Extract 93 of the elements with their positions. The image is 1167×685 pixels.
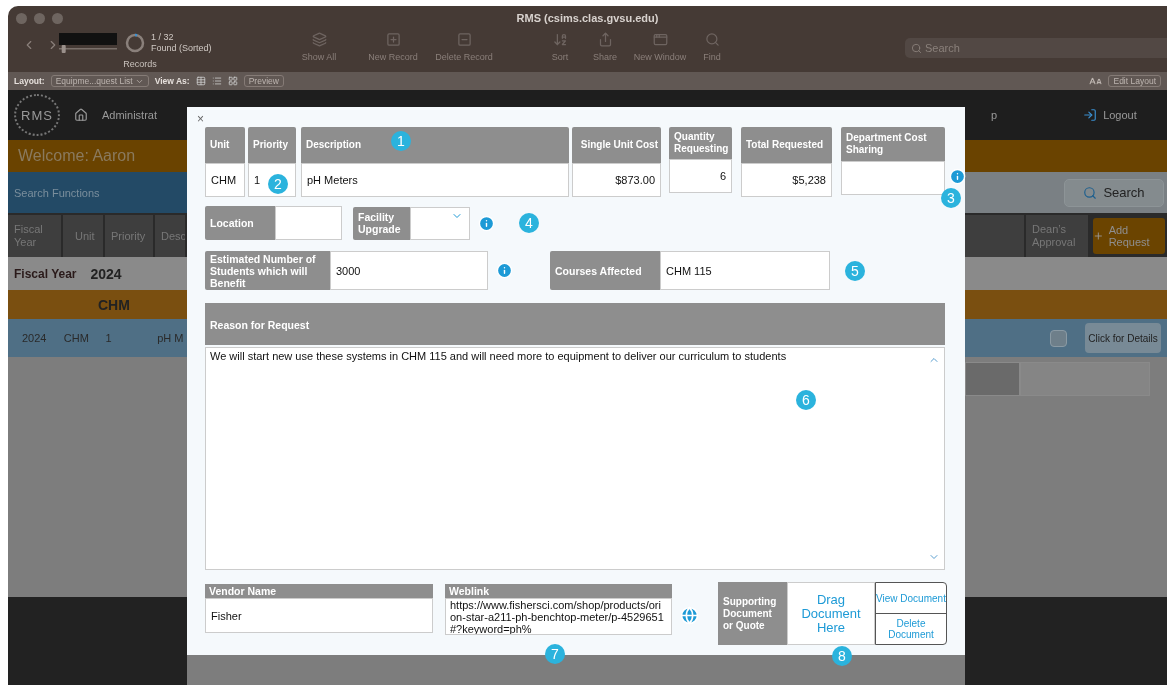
field-label: Reason for Request — [205, 303, 945, 345]
toolbar-icon — [597, 32, 613, 47]
field-label: Courses Affected — [550, 251, 660, 290]
search-button[interactable]: Search — [1064, 178, 1164, 207]
toolbar-button[interactable]: Find — [692, 32, 732, 62]
field-label: Facility Upgrade — [353, 206, 410, 240]
reason-text: We will start new use these systems in CHM 115 and will need more to equipment to deliver our curriculum to students — [210, 350, 787, 364]
toolbar-icon — [552, 32, 568, 47]
zoom-dot[interactable] — [52, 12, 63, 24]
layout-label: Layout: — [14, 76, 45, 86]
facility-dropdown[interactable] — [410, 206, 470, 240]
list-view-icon[interactable] — [211, 76, 222, 86]
layout-dropdown[interactable]: Equipme...quest List — [50, 75, 149, 87]
field-label: Supporting Document or Quote — [718, 582, 787, 645]
search-icon — [1083, 185, 1098, 200]
found-status: Found (Sorted) — [151, 43, 213, 54]
toolbar-icon — [385, 32, 401, 47]
field-value[interactable] — [841, 161, 945, 195]
add-request-button[interactable]: Add Request — [1093, 218, 1165, 254]
toolbar-button[interactable]: New Window — [628, 32, 692, 62]
column-header[interactable]: Dean’s Approval — [1026, 215, 1090, 257]
location-field[interactable] — [275, 206, 342, 240]
toolbar-icon — [652, 32, 668, 47]
field-label: Department Cost Sharing — [841, 127, 945, 161]
field-label: Estimated Number of Students which will Benefit — [205, 251, 330, 290]
step-marker: 4 — [519, 213, 539, 233]
fiscal-year-label: Fiscal Year — [14, 266, 77, 281]
close-dot[interactable] — [16, 12, 27, 24]
field-value[interactable]: $5,238 — [741, 163, 832, 197]
search-icon — [704, 32, 720, 47]
logout-icon[interactable] — [1083, 108, 1098, 122]
records-label: Records — [123, 59, 157, 69]
table-view-icon[interactable] — [227, 76, 238, 86]
home-icon[interactable] — [74, 108, 88, 122]
toolbar-icon — [456, 32, 472, 47]
close-button[interactable]: × — [197, 112, 204, 126]
field-label: Total Requested — [741, 127, 832, 163]
field-value[interactable]: $873.00 — [572, 163, 661, 197]
plus-icon — [1093, 230, 1104, 242]
toolbar-icon — [311, 32, 327, 47]
field-value[interactable]: pH Meters — [301, 163, 569, 197]
document-drop-zone[interactable]: Drag Document Here — [787, 582, 875, 645]
field-label: Priority — [248, 127, 296, 163]
field-label: Vendor Name — [205, 584, 433, 598]
toolbar-button[interactable]: New Record — [358, 32, 428, 62]
view-document-button[interactable]: View Document — [876, 583, 946, 613]
progress-ring-icon — [125, 33, 145, 53]
logo[interactable]: RMS — [14, 94, 60, 136]
vendor-field[interactable]: Fisher — [205, 598, 433, 633]
edit-layout-button[interactable]: Edit Layout — [1108, 75, 1161, 87]
students-field[interactable]: 3000 — [330, 251, 488, 290]
info-icon[interactable] — [478, 214, 495, 232]
record-position: 1 / 32 — [151, 32, 175, 43]
step-marker: 5 — [845, 260, 865, 281]
window-title: RMS (csims.clas.gvsu.edu) — [515, 12, 660, 24]
row-cell-text: 1 — [105, 332, 113, 344]
view-as-label: View As: — [154, 76, 190, 86]
column-header[interactable]: Priority — [105, 215, 155, 257]
fiscal-year-value: 2024 — [90, 265, 122, 282]
welcome-text: Welcome: Aaron — [18, 147, 136, 165]
logout-link[interactable]: Logout — [1103, 109, 1137, 121]
column-header[interactable]: Desc — [155, 215, 187, 257]
row-cell-text: 2024 — [22, 332, 48, 344]
preview-button[interactable]: Preview — [243, 75, 284, 87]
field-label: Location — [205, 206, 275, 240]
minimize-dot[interactable] — [34, 12, 45, 24]
row-cell-text: pH M — [157, 332, 185, 344]
step-marker: 3 — [941, 188, 961, 208]
courses-field[interactable]: CHM 115 — [660, 251, 830, 290]
globe-icon[interactable] — [680, 606, 699, 625]
group-header: CHM — [98, 296, 130, 313]
form-view-icon[interactable] — [195, 76, 206, 86]
field-value[interactable]: CHM — [205, 163, 245, 197]
field-label: Unit — [205, 127, 245, 163]
row-cell-text: CHM — [63, 332, 90, 344]
toolbar-button[interactable]: Delete Record — [428, 32, 500, 62]
row-checkbox[interactable] — [1050, 329, 1067, 347]
details-button[interactable]: Click for Details — [1085, 323, 1161, 353]
nav-item[interactable]: Administrat — [102, 109, 158, 121]
field-label: Weblink — [445, 584, 672, 598]
search-icon — [911, 42, 922, 54]
slider-thumb[interactable] — [61, 45, 66, 53]
field-label: Quantity Requesting — [669, 127, 732, 159]
field-value[interactable]: 6 — [669, 159, 732, 193]
toolbar-button[interactable]: Share — [582, 32, 628, 62]
delete-document-button[interactable]: Delete Document — [876, 613, 946, 644]
step-marker: 7 — [545, 644, 565, 664]
field-label: Single Unit Cost — [572, 127, 661, 163]
info-icon[interactable] — [496, 262, 513, 279]
record-field[interactable] — [59, 33, 117, 45]
search-functions-label: Search Functions — [14, 186, 100, 199]
nav-item[interactable]: p — [991, 109, 998, 121]
step-marker: 8 — [832, 646, 852, 666]
